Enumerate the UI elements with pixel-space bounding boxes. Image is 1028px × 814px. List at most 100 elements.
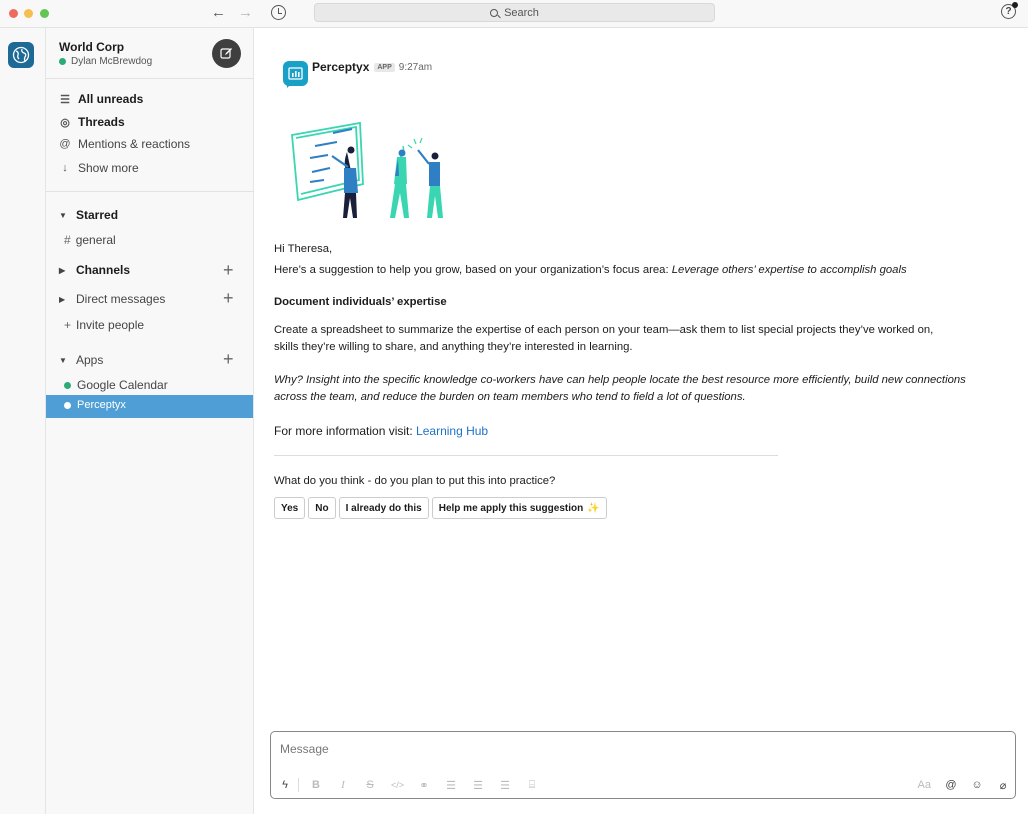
formatting-toolbar: ϟ B I S </> ⚭ ☰ ☰ ☰ ⌸ Aa @ ☺ ⌀	[279, 776, 1009, 794]
app-label: Perceptyx	[77, 399, 126, 411]
intro-label: Here’s a suggestion to help you grow, ba…	[274, 264, 672, 276]
emoji-icon[interactable]: ☺	[971, 779, 983, 791]
ordered-list-icon[interactable]: ☰	[445, 779, 457, 792]
add-channel-button[interactable]: +	[223, 261, 234, 279]
code-block-icon[interactable]: ⌸	[526, 779, 538, 792]
body-line: skills they’re willing to share, and any…	[274, 341, 633, 353]
toolbar-divider	[298, 778, 299, 792]
more-info-label: For more information visit:	[274, 424, 417, 438]
caret-down-icon: ▼	[59, 355, 67, 365]
add-direct-message-button[interactable]: +	[223, 289, 234, 307]
caret-right-icon: ▶	[59, 294, 66, 304]
section-starred[interactable]: ▼ Starred	[59, 208, 118, 222]
compose-button[interactable]	[212, 39, 241, 68]
history-icon[interactable]	[271, 5, 286, 20]
minimize-window-button[interactable]	[24, 9, 33, 18]
forward-arrow-icon[interactable]: →	[238, 4, 253, 22]
sidebar-item-threads[interactable]: ◎ Threads	[58, 115, 125, 129]
italic-icon[interactable]: I	[337, 779, 349, 791]
intro-text: Here’s a suggestion to help you grow, ba…	[274, 262, 994, 279]
message-composer[interactable]: Message ϟ B I S </> ⚭ ☰ ☰ ☰ ⌸ Aa @ ☺ ⌀	[270, 731, 1016, 799]
why-text: Why? Insight into the specific knowledge…	[274, 372, 994, 406]
learning-hub-link[interactable]: Learning Hub	[416, 424, 488, 438]
button-label: Help me apply this suggestion	[438, 502, 584, 514]
current-user: Dylan McBrewdog	[59, 56, 152, 67]
presence-icon	[64, 381, 71, 389]
section-label: Apps	[76, 353, 104, 367]
formatting-toggle-icon[interactable]: Aa	[918, 779, 931, 791]
toolbar-right: Aa @ ☺ ⌀	[904, 779, 1009, 792]
user-name: Dylan McBrewdog	[71, 56, 153, 67]
app-perceptyx[interactable]: Perceptyx	[64, 399, 126, 411]
bar-chart-icon	[288, 67, 303, 80]
plus-icon: +	[64, 318, 72, 332]
strikethrough-icon[interactable]: S	[364, 779, 376, 791]
sidebar: World Corp Dylan McBrewdog ☰ All unreads…	[46, 28, 254, 814]
blockquote-icon[interactable]: ☰	[499, 779, 511, 792]
add-app-button[interactable]: +	[223, 350, 234, 368]
hash-icon: #	[64, 233, 71, 247]
sidebar-item-show-more[interactable]: ↓ Show more	[58, 161, 139, 175]
message-header: Perceptyx APP 9:27am	[312, 60, 432, 74]
help-apply-suggestion-button[interactable]: Help me apply this suggestion ✨	[431, 497, 607, 519]
link-icon[interactable]: ⚭	[418, 779, 430, 792]
sidebar-item-all-unreads[interactable]: ☰ All unreads	[58, 92, 143, 106]
sender-name[interactable]: Perceptyx	[312, 60, 369, 74]
why-line: Why? Insight into the specific knowledge…	[274, 374, 966, 386]
suggestion-body: Create a spreadsheet to summarize the ex…	[274, 322, 994, 356]
code-icon[interactable]: </>	[391, 780, 404, 790]
focus-area: Leverage others’ expertise to accomplish…	[671, 264, 907, 276]
perceptyx-avatar[interactable]	[283, 61, 308, 88]
already-do-this-button[interactable]: I already do this	[338, 497, 429, 519]
app-google-calendar[interactable]: Google Calendar	[64, 378, 168, 392]
sidebar-item-label: Threads	[78, 115, 125, 129]
sidebar-item-label: Mentions & reactions	[78, 137, 191, 151]
attachment-icon[interactable]: ⌀	[997, 779, 1009, 792]
sidebar-item-label: Show more	[78, 161, 139, 175]
response-buttons: Yes No I already do this Help me apply t…	[274, 497, 610, 519]
presence-icon	[64, 401, 71, 409]
at-icon: @	[59, 138, 71, 150]
section-direct-messages[interactable]: ▶ Direct messages	[59, 292, 165, 306]
caret-down-icon: ▼	[59, 210, 67, 220]
sidebar-item-mentions[interactable]: @ Mentions & reactions	[58, 137, 190, 151]
caret-right-icon: ▶	[59, 265, 66, 275]
arrow-down-icon: ↓	[62, 162, 68, 174]
back-arrow-icon[interactable]: ←	[211, 4, 226, 22]
app-label: Google Calendar	[77, 378, 168, 392]
section-label: Starred	[76, 208, 119, 222]
sidebar-item-label: All unreads	[78, 92, 144, 106]
invite-people-button[interactable]: + Invite people	[64, 318, 144, 332]
app-perceptyx-active[interactable]: Perceptyx	[46, 395, 253, 418]
yes-button[interactable]: Yes	[274, 497, 306, 519]
section-channels[interactable]: ▶ Channels	[59, 263, 130, 277]
message-input[interactable]: Message	[280, 742, 329, 756]
workspace-globe-icon[interactable]	[8, 42, 34, 68]
collaboration-illustration	[291, 121, 443, 218]
channel-general[interactable]: # general	[64, 233, 116, 247]
threads-icon: ◎	[60, 116, 70, 129]
section-apps[interactable]: ▼ Apps	[59, 353, 103, 367]
title-bar: ← → Search ?	[0, 0, 1028, 28]
shortcuts-lightning-icon[interactable]: ϟ	[279, 779, 291, 791]
divider	[274, 455, 778, 456]
mention-icon[interactable]: @	[945, 779, 957, 791]
bold-icon[interactable]: B	[310, 779, 322, 791]
maximize-window-button[interactable]	[40, 9, 49, 18]
bulleted-list-icon[interactable]: ☰	[472, 779, 484, 792]
search-bar[interactable]: Search	[314, 3, 715, 22]
workspace-rail	[0, 28, 46, 814]
no-button[interactable]: No	[308, 497, 336, 519]
notification-dot	[1012, 2, 1018, 8]
compose-icon	[220, 48, 232, 59]
suggestion-heading: Document individuals’ expertise	[274, 296, 447, 308]
message-timestamp[interactable]: 9:27am	[399, 62, 432, 73]
divider	[46, 191, 254, 192]
section-label: Direct messages	[76, 292, 166, 306]
greeting-text: Hi Theresa,	[274, 243, 333, 255]
sparkle-icon: ✨	[587, 502, 600, 514]
why-line: across the team, and reduce the burden o…	[274, 391, 746, 403]
divider	[46, 78, 254, 79]
workspace-name[interactable]: World Corp	[59, 40, 124, 54]
close-window-button[interactable]	[9, 9, 18, 18]
